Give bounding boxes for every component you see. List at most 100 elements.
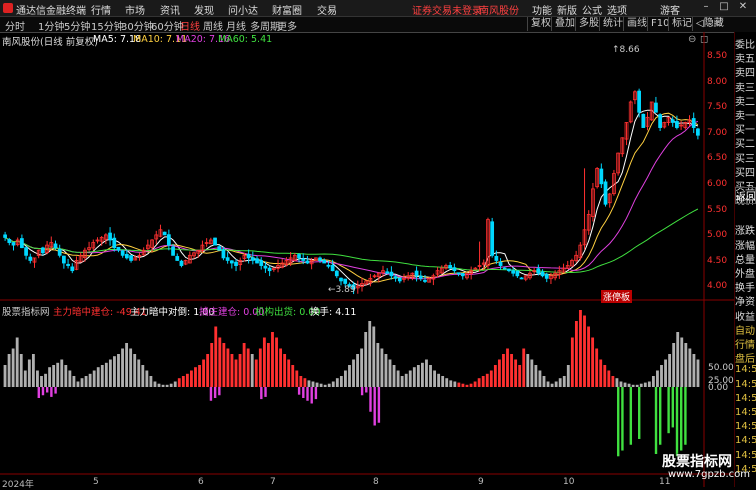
indicator-bar [384, 354, 388, 387]
side-panel-item[interactable]: 盘后 [735, 350, 756, 365]
indicator-bar [108, 359, 112, 387]
tab-more[interactable]: 更多 [277, 18, 297, 33]
draw-line-button[interactable]: 画线 [623, 17, 650, 31]
indicator-bar [11, 348, 15, 387]
multi-stock-button[interactable]: 多股 [575, 17, 602, 31]
menu-quotes[interactable]: 行情 [91, 2, 111, 17]
side-panel-item[interactable]: 净资 [735, 293, 756, 308]
menu-trade[interactable]: 交易 [317, 2, 337, 17]
side-panel-item[interactable]: 涨幅 [735, 237, 756, 252]
side-panel-item[interactable]: 卖三 [735, 79, 756, 94]
menu-market[interactable]: 市场 [125, 2, 145, 17]
login-notice[interactable]: 证券交易未登录 [412, 2, 482, 17]
indicator-bar [534, 365, 538, 387]
indicator-bar [153, 381, 157, 387]
indicator-bar [331, 381, 335, 387]
indicator-bar [461, 383, 465, 387]
indicator-bar [692, 354, 696, 387]
price-tick: 4.50 [707, 255, 728, 266]
side-panel-item[interactable]: 14:5 [735, 393, 756, 404]
tab-multi-period[interactable]: 多周期 [250, 18, 280, 33]
side-panel-item[interactable]: 买一 [735, 121, 756, 136]
indicator-bar [137, 359, 141, 387]
mark-button[interactable]: 标记 [668, 17, 695, 31]
title-bar: 通达信金融终端 行情 市场 资讯 发现 问小达 财富圈 交易 证券交易未登录 南… [0, 0, 756, 17]
tab-weekly[interactable]: 周线 [203, 18, 223, 33]
back-button[interactable]: 返回 [735, 187, 756, 204]
tab-60min[interactable]: 60分钟 [151, 18, 184, 33]
indicator-bar [104, 362, 108, 387]
side-panel-item[interactable]: 买四 [735, 164, 756, 179]
tab-daily[interactable]: 日线 [180, 18, 200, 33]
candle-body [301, 258, 306, 261]
user-label[interactable]: 游客 [660, 2, 680, 17]
menu-ask[interactable]: 问小达 [228, 2, 258, 17]
close-icon[interactable]: ✕ [737, 1, 749, 13]
adjust-button[interactable]: 复权 [527, 17, 554, 31]
candle-body [318, 257, 322, 261]
side-panel-item[interactable]: 14:5 [735, 407, 756, 418]
menu-new-version[interactable]: 新版 [557, 2, 577, 17]
side-panel-item[interactable]: 行情 [735, 336, 756, 351]
side-panel-item[interactable]: 委比 [735, 36, 756, 51]
indicator-bar [133, 354, 137, 387]
side-panel-item[interactable]: 卖四 [735, 64, 756, 79]
price-tick: 5.00 [707, 230, 728, 241]
tab-5min[interactable]: 5分钟 [64, 18, 90, 33]
side-panel-item[interactable]: 涨跌 [735, 222, 756, 237]
tab-monthly[interactable]: 月线 [226, 18, 246, 33]
side-panel-item[interactable]: 买二 [735, 135, 756, 150]
side-panel-item[interactable]: 卖一 [735, 107, 756, 122]
minimize-icon[interactable]: – [700, 1, 712, 13]
indicator-bar [52, 365, 56, 387]
indicator-bar [558, 378, 562, 387]
menu-formula[interactable]: 公式 [582, 2, 602, 17]
hide-panel-button[interactable]: ◁隐藏 [692, 17, 727, 31]
indicator-bar [506, 348, 509, 387]
side-panel-item[interactable]: 卖二 [735, 93, 756, 108]
indicator-bar [453, 381, 457, 387]
ind-axis-50: 50.00 [708, 363, 734, 373]
indicator-bar [100, 365, 104, 387]
indicator-bar [84, 376, 88, 387]
indicator-bar [380, 348, 384, 387]
indicator-bar [327, 383, 331, 387]
menu-options[interactable]: 选项 [607, 2, 627, 17]
side-panel-item[interactable]: 收益 [735, 308, 756, 323]
chart-area[interactable] [0, 32, 734, 487]
side-panel-item[interactable]: 14:5 [735, 450, 756, 461]
indicator-bar [668, 354, 672, 387]
side-panel-item[interactable]: 14:5 [735, 435, 756, 446]
indicator-bar [376, 343, 380, 387]
price-tick: 6.00 [707, 179, 728, 189]
indicator-bar [206, 354, 210, 387]
tab-1min[interactable]: 1分钟 [38, 18, 64, 33]
side-panel-item[interactable]: 自动 [735, 322, 756, 337]
app-logo-icon [3, 3, 13, 13]
menu-news[interactable]: 资讯 [160, 2, 180, 17]
side-panel-item[interactable]: 14:5 [735, 364, 756, 375]
candle-body [515, 270, 520, 277]
side-panel-item[interactable]: 买三 [735, 150, 756, 165]
tab-intraday[interactable]: 分时 [5, 18, 25, 33]
menu-functions[interactable]: 功能 [532, 2, 552, 17]
side-panel-item[interactable]: 总量 [735, 251, 756, 266]
menu-discover[interactable]: 发现 [194, 2, 214, 17]
side-panel-item[interactable]: 换手 [735, 279, 756, 294]
stats-button[interactable]: 统计 [599, 17, 626, 31]
side-panel-item[interactable]: 卖五 [735, 50, 756, 65]
tab-30min[interactable]: 30分钟 [121, 18, 154, 33]
stock-link[interactable]: 南风股份 [479, 2, 519, 17]
indicator-bar [291, 365, 295, 387]
maximize-icon[interactable]: □ [718, 1, 730, 13]
menu-wealth[interactable]: 财富圈 [272, 2, 302, 17]
indicator-bar [271, 332, 274, 387]
limit-up-tag[interactable]: 涨停板 [601, 290, 633, 303]
indicator-bar [522, 348, 526, 387]
indicator-bar [181, 376, 185, 387]
side-panel-item[interactable]: 14:5 [735, 421, 756, 432]
overlay-button[interactable]: 叠加 [551, 17, 578, 31]
side-panel-item[interactable]: 14:5 [735, 379, 756, 390]
side-panel-item[interactable]: 外盘 [735, 265, 756, 280]
tab-15min[interactable]: 15分钟 [91, 18, 124, 33]
